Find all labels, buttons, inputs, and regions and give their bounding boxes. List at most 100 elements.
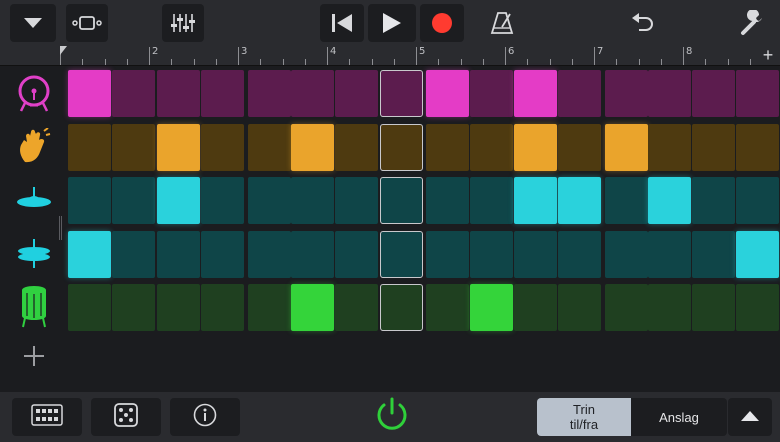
step-cell[interactable] (380, 284, 423, 331)
step-cell[interactable] (736, 124, 779, 171)
step-cell[interactable] (692, 284, 735, 331)
dropdown-button[interactable] (10, 4, 56, 42)
step-cell[interactable] (112, 231, 155, 278)
add-section-button[interactable]: + (760, 46, 776, 66)
step-cell[interactable] (380, 124, 423, 171)
instrument-cymbal-button[interactable] (10, 178, 58, 226)
step-cell[interactable] (380, 177, 423, 224)
instrument-hihat-button[interactable] (10, 231, 58, 279)
step-cell[interactable] (736, 70, 779, 117)
step-cell[interactable] (558, 177, 601, 224)
step-cell[interactable] (157, 231, 200, 278)
step-cell[interactable] (648, 124, 691, 171)
info-button[interactable] (170, 398, 240, 436)
step-cell[interactable] (335, 284, 378, 331)
tracks-view-button[interactable] (66, 4, 108, 42)
step-cell[interactable] (558, 284, 601, 331)
step-cell[interactable] (514, 70, 557, 117)
go-to-start-button[interactable] (320, 4, 364, 42)
step-cell[interactable] (380, 70, 423, 117)
step-cell[interactable] (335, 231, 378, 278)
step-cell[interactable] (291, 177, 334, 224)
mixer-button[interactable] (162, 4, 204, 42)
step-cell[interactable] (248, 70, 291, 117)
instrument-tom-button[interactable] (10, 284, 58, 332)
collapse-button[interactable] (728, 398, 772, 436)
step-cell[interactable] (201, 124, 244, 171)
step-cell[interactable] (426, 284, 469, 331)
undo-button[interactable] (622, 4, 664, 42)
step-cell[interactable] (248, 231, 291, 278)
step-cell[interactable] (426, 177, 469, 224)
step-cell[interactable] (335, 124, 378, 171)
playhead-marker[interactable] (60, 46, 67, 55)
step-cell[interactable] (112, 70, 155, 117)
metronome-button[interactable] (480, 4, 524, 42)
step-cell[interactable] (692, 70, 735, 117)
step-cell[interactable] (692, 231, 735, 278)
step-cell[interactable] (470, 70, 513, 117)
step-cell[interactable] (157, 177, 200, 224)
step-cell[interactable] (201, 231, 244, 278)
step-cell[interactable] (68, 124, 111, 171)
resize-handle[interactable] (59, 216, 62, 240)
step-cell[interactable] (514, 284, 557, 331)
step-cell[interactable] (112, 284, 155, 331)
step-cell[interactable] (470, 124, 513, 171)
step-cell[interactable] (68, 177, 111, 224)
step-cell[interactable] (335, 177, 378, 224)
step-cell[interactable] (558, 231, 601, 278)
step-cell[interactable] (201, 284, 244, 331)
step-cell[interactable] (380, 231, 423, 278)
record-button[interactable] (420, 4, 464, 42)
settings-button[interactable] (730, 4, 774, 42)
randomize-button[interactable] (91, 398, 161, 436)
step-cell[interactable] (112, 177, 155, 224)
step-cell[interactable] (291, 124, 334, 171)
step-cell[interactable] (736, 177, 779, 224)
step-cell[interactable] (426, 124, 469, 171)
step-cell[interactable] (692, 124, 735, 171)
play-button[interactable] (368, 4, 416, 42)
step-cell[interactable] (605, 124, 648, 171)
step-cell[interactable] (470, 231, 513, 278)
step-cell[interactable] (291, 231, 334, 278)
step-cell[interactable] (201, 70, 244, 117)
step-cell[interactable] (605, 284, 648, 331)
step-cell[interactable] (692, 177, 735, 224)
step-cell[interactable] (648, 177, 691, 224)
step-cell[interactable] (514, 177, 557, 224)
step-cell[interactable] (157, 284, 200, 331)
step-cell[interactable] (605, 231, 648, 278)
step-cell[interactable] (470, 177, 513, 224)
step-cell[interactable] (248, 284, 291, 331)
step-cell[interactable] (736, 231, 779, 278)
step-cell[interactable] (648, 284, 691, 331)
step-cell[interactable] (558, 124, 601, 171)
step-cell[interactable] (112, 124, 155, 171)
step-cell[interactable] (248, 124, 291, 171)
step-cell[interactable] (514, 124, 557, 171)
step-cell[interactable] (558, 70, 601, 117)
step-cell[interactable] (248, 177, 291, 224)
step-cell[interactable] (68, 70, 111, 117)
step-cell[interactable] (291, 70, 334, 117)
step-cell[interactable] (201, 177, 244, 224)
instrument-clap-button[interactable] (10, 124, 58, 172)
instrument-kick-button[interactable] (10, 71, 58, 119)
step-cell[interactable] (157, 70, 200, 117)
step-cell[interactable] (648, 231, 691, 278)
step-cell[interactable] (736, 284, 779, 331)
step-cell[interactable] (335, 70, 378, 117)
step-cell[interactable] (68, 284, 111, 331)
step-cell[interactable] (605, 177, 648, 224)
step-cell[interactable] (426, 231, 469, 278)
step-cell[interactable] (157, 124, 200, 171)
pattern-button[interactable] (12, 398, 82, 436)
add-instrument-button[interactable] (18, 344, 50, 376)
step-cell[interactable] (426, 70, 469, 117)
step-toggle-mode-tab[interactable]: Trin til/fra (537, 398, 631, 436)
step-cell[interactable] (291, 284, 334, 331)
step-cell[interactable] (648, 70, 691, 117)
power-button[interactable] (366, 397, 418, 436)
